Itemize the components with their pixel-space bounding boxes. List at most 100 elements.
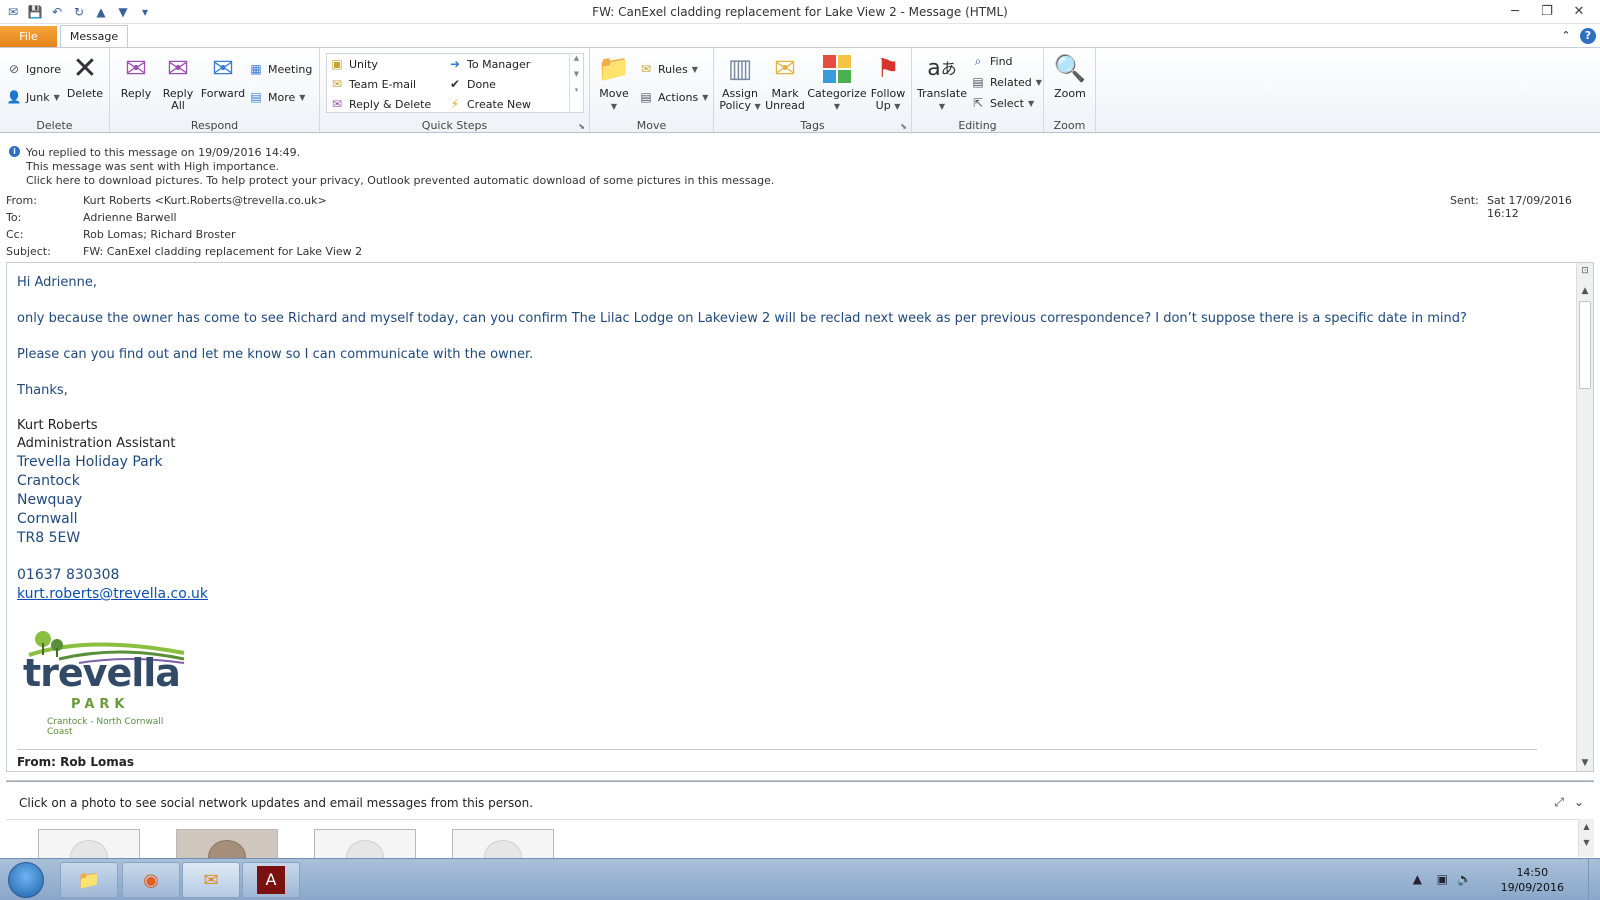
move-button[interactable]: 📁 Move ▼ (596, 53, 632, 113)
close-button[interactable]: ✕ (1564, 2, 1594, 22)
categorize-button[interactable]: Categorize ▼ (806, 53, 868, 113)
scroll-tools-icon[interactable]: ⊡ (1577, 263, 1593, 279)
title-bar: ✉ 💾 ↶ ↻ ▲ ▼ ▾ FW: CanExel cladding repla… (0, 0, 1600, 24)
quick-step-reply-delete[interactable]: ✉ Reply & Delete (329, 95, 431, 113)
cc-value[interactable]: Rob Lomas; Richard Broster (83, 228, 236, 241)
contact-placeholder-icon (484, 840, 522, 858)
clock-time: 14:50 (1516, 866, 1549, 879)
clock[interactable]: 14:50 19/09/2016 (1501, 865, 1564, 895)
vertical-scrollbar[interactable]: ⊡ ▲ ▼ (1576, 263, 1593, 771)
outlook-taskbar-icon[interactable]: ✉ (182, 862, 240, 898)
info-bar[interactable]: i You replied to this message on 19/09/2… (0, 134, 1600, 188)
forward-icon: ✉ (212, 54, 234, 84)
quick-step-unity[interactable]: ▣ Unity (329, 55, 378, 73)
people-pane: Click on a photo to see social network u… (6, 780, 1594, 859)
minimize-ribbon-icon[interactable]: ⌃ (1558, 28, 1574, 44)
rules-button[interactable]: ✉ Rules ▼ (638, 60, 698, 78)
ignore-button[interactable]: ⊘ Ignore (6, 60, 61, 78)
actions-button[interactable]: ▤ Actions ▼ (638, 88, 708, 106)
select-button[interactable]: ⇱ Select ▼ (970, 94, 1034, 112)
quick-step-to-manager[interactable]: ➜ To Manager (447, 55, 530, 73)
signature-name: Kurt Roberts (17, 418, 98, 433)
meeting-button[interactable]: ▦ Meeting (248, 60, 312, 78)
follow-up-button[interactable]: ⚑ Follow Up ▼ (868, 53, 908, 113)
contact-photo[interactable] (176, 829, 278, 859)
signature-address-3: Newquay (17, 492, 83, 508)
signature-address-1: Trevella Holiday Park (17, 454, 163, 470)
move-folder-icon: 📁 (597, 54, 631, 84)
from-value[interactable]: Kurt Roberts <Kurt.Roberts@trevella.co.u… (83, 194, 327, 207)
signature-address-5: TR8 5EW (17, 530, 81, 546)
people-pane-divider[interactable] (6, 781, 1594, 782)
chevron-down-icon: ▼ (833, 102, 841, 111)
find-button[interactable]: ⌕ Find (970, 52, 1013, 70)
collapse-chevron-icon[interactable]: ⌄ (1574, 795, 1584, 809)
forward-button[interactable]: ✉ Forward (200, 53, 246, 100)
assign-policy-button[interactable]: ▥ Assign Policy ▼ (718, 53, 762, 113)
quick-step-team-email[interactable]: ✉ Team E-mail (329, 75, 416, 93)
ribbon: ⊘ Ignore 👤 Junk ▼ ✕ Delete Delete ✉ Repl… (0, 47, 1600, 134)
chevron-down-icon: ▼ (691, 64, 698, 74)
firefox-taskbar-icon[interactable]: ◉ (122, 862, 180, 898)
group-label: Zoom (1053, 119, 1086, 132)
minimize-button[interactable]: ─ (1500, 2, 1530, 22)
contact-photo[interactable] (38, 829, 140, 859)
paragraph-1: only because the owner has come to see R… (17, 311, 1467, 326)
delete-button[interactable]: ✕ Delete (64, 53, 106, 100)
group-label: Move (636, 119, 667, 132)
zoom-button[interactable]: 🔍 Zoom (1048, 53, 1092, 100)
tab-message[interactable]: Message (60, 25, 128, 48)
reply-all-button[interactable]: ✉ Reply All (158, 53, 198, 112)
start-button[interactable] (8, 862, 44, 898)
reply-delete-icon: ✉ (331, 97, 343, 111)
rules-icon: ✉ (640, 62, 652, 76)
people-pane-scrollbar[interactable]: ▲ ▼ (1578, 819, 1594, 857)
group-tags: ▥ Assign Policy ▼ ✉ Mark Unread Categori… (714, 48, 912, 134)
chevron-down-icon: ▼ (1035, 77, 1042, 87)
volume-icon[interactable]: 🔈 (1457, 872, 1472, 886)
help-icon[interactable]: ? (1580, 28, 1596, 44)
cursor-icon: ⇱ (972, 96, 984, 110)
quick-steps-scrollbar[interactable]: ▲ ▼ ▾ (569, 54, 583, 112)
network-icon[interactable]: ▣ (1437, 872, 1448, 886)
scroll-up-icon[interactable]: ▲ (1577, 283, 1593, 299)
quick-step-done[interactable]: ✔ Done (447, 75, 496, 93)
restore-button[interactable]: ❐ (1532, 2, 1562, 22)
sent-value: Sat 17/09/2016 16:12 (1487, 194, 1572, 220)
logo-wordmark: trevella (23, 651, 181, 695)
info-download-pictures[interactable]: Click here to download pictures. To help… (26, 174, 774, 187)
contact-photo[interactable] (452, 829, 554, 859)
reply-button[interactable]: ✉ Reply (116, 53, 156, 100)
signature-email-link[interactable]: kurt.roberts@trevella.co.uk (17, 585, 208, 604)
reply-all-icon: ✉ (167, 54, 189, 84)
mark-unread-button[interactable]: ✉ Mark Unread (764, 53, 806, 112)
message-body-frame[interactable]: Hi Adrienne, only because the owner has … (6, 262, 1594, 772)
explorer-taskbar-icon[interactable]: 📁 (60, 862, 118, 898)
group-label: Delete (36, 119, 73, 132)
chevron-down-icon: ▼ (610, 102, 618, 111)
contact-photo[interactable] (314, 829, 416, 859)
forwarded-from: From: Rob Lomas (17, 755, 134, 769)
scroll-down-icon[interactable]: ▼ (1577, 755, 1593, 771)
chevron-down-icon: ▼ (299, 92, 306, 102)
info-importance: This message was sent with High importan… (26, 160, 280, 173)
translate-button[interactable]: aあ Translate ▼ (916, 53, 968, 113)
to-value[interactable]: Adrienne Barwell (83, 211, 177, 224)
expand-icon[interactable]: ⤢ (1554, 795, 1564, 810)
cc-label: Cc: (6, 228, 24, 241)
tray-expand-icon[interactable]: ▲ (1413, 872, 1422, 886)
junk-icon: 👤 (6, 90, 22, 104)
trevella-logo: trevella PARK Crantock - North Cornwall … (19, 625, 189, 737)
related-button[interactable]: ▤ Related ▼ (970, 73, 1042, 91)
sent-label: Sent: (1450, 194, 1479, 207)
scroll-thumb[interactable] (1579, 301, 1591, 389)
more-respond-button[interactable]: ▤ More ▼ (248, 88, 305, 106)
acrobat-taskbar-icon[interactable]: A (242, 862, 300, 898)
tab-file[interactable]: File (0, 26, 57, 47)
show-desktop-button[interactable] (1588, 859, 1600, 900)
chevron-down-icon: ▼ (53, 92, 60, 102)
contact-placeholder-icon (346, 840, 384, 858)
quick-step-create-new[interactable]: ⚡ Create New (447, 95, 531, 113)
mark-unread-icon: ✉ (774, 54, 796, 84)
junk-button[interactable]: 👤 Junk ▼ (6, 88, 60, 106)
